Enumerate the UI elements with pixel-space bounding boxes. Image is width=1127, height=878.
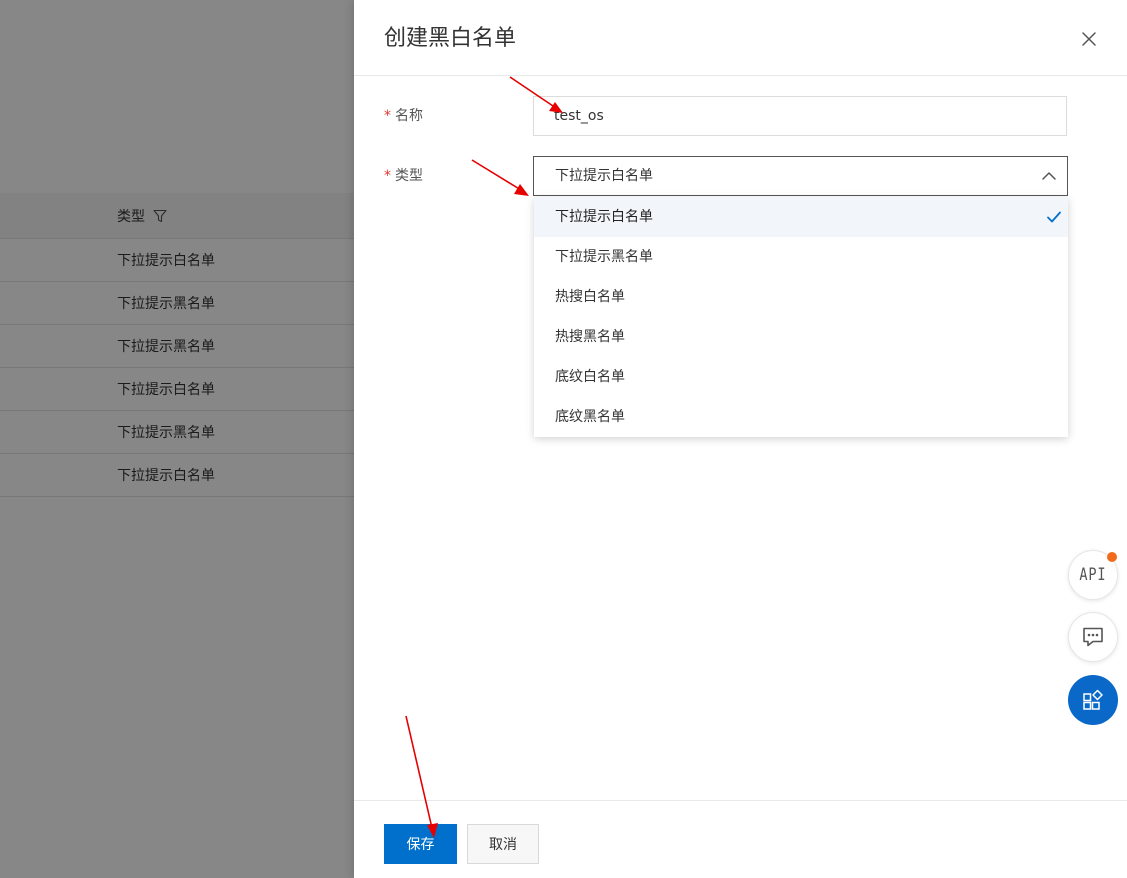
dropdown-option[interactable]: 热搜白名单: [534, 277, 1068, 317]
name-form-row: * 名称: [354, 96, 1127, 136]
save-button[interactable]: 保存: [384, 824, 457, 864]
dropdown-option[interactable]: 下拉提示白名单: [534, 197, 1068, 237]
option-label: 下拉提示白名单: [555, 209, 653, 225]
option-label: 热搜白名单: [555, 289, 625, 305]
close-icon: [1082, 32, 1096, 46]
drawer-title: 创建黑白名单: [384, 26, 517, 51]
notification-dot: [1107, 552, 1117, 562]
option-label: 下拉提示黑名单: [555, 249, 653, 265]
dropdown-option[interactable]: 下拉提示黑名单: [534, 237, 1068, 277]
apps-icon: [1083, 689, 1103, 710]
chat-float-button[interactable]: [1068, 612, 1118, 662]
option-label: 底纹黑名单: [555, 409, 625, 425]
check-icon: [1047, 211, 1061, 223]
type-label: * 类型: [384, 156, 423, 196]
type-dropdown-menu: 下拉提示白名单 下拉提示黑名单 热搜白名单 热搜黑名单 底纹白名单 底纹黑名单: [534, 197, 1068, 437]
type-select[interactable]: 下拉提示白名单: [533, 156, 1068, 196]
type-select-value: 下拉提示白名单: [555, 168, 653, 184]
option-label: 热搜黑名单: [555, 329, 625, 345]
dropdown-option[interactable]: 热搜黑名单: [534, 317, 1068, 357]
cancel-button[interactable]: 取消: [467, 824, 539, 864]
name-label: * 名称: [384, 96, 423, 136]
option-label: 底纹白名单: [555, 369, 625, 385]
type-form-row: * 类型 下拉提示白名单: [354, 156, 1127, 196]
drawer-footer: 保存 取消: [354, 800, 1127, 878]
drawer-header: 创建黑白名单: [354, 0, 1127, 76]
chat-icon: [1083, 627, 1103, 647]
create-list-drawer: 创建黑白名单 *名称 *类型 下拉提示白名单: [354, 0, 1127, 878]
name-label-text: 名称: [395, 108, 423, 124]
dropdown-option[interactable]: 底纹黑名单: [534, 397, 1068, 437]
required-mark: *: [384, 168, 391, 184]
required-mark: *: [384, 108, 391, 124]
screen: 类型 下拉提示白名单 下拉提示黑名单 下拉提示黑名单 下拉提示白名单 下拉提示黑…: [0, 0, 1127, 878]
type-label-text: 类型: [395, 168, 423, 184]
api-label: API: [1079, 565, 1107, 585]
chevron-up-icon: [1042, 172, 1056, 180]
name-input[interactable]: [533, 96, 1067, 136]
dropdown-option[interactable]: 底纹白名单: [534, 357, 1068, 397]
close-button[interactable]: [1077, 27, 1101, 51]
apps-float-button[interactable]: [1068, 675, 1118, 725]
api-float-button[interactable]: API: [1068, 550, 1118, 600]
